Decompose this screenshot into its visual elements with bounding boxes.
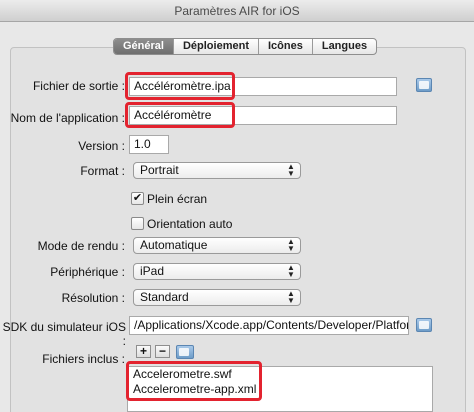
- simulator-sdk-label: SDK du simulateur iOS :: [2, 320, 126, 348]
- fullscreen-checkbox[interactable]: ✔: [131, 192, 144, 205]
- fullscreen-label: Plein écran: [147, 192, 208, 206]
- tab-general[interactable]: Général: [114, 39, 174, 54]
- window-title: Paramètres AIR for iOS: [174, 4, 300, 18]
- included-files-label: Fichiers inclus :: [42, 352, 125, 366]
- select-arrows-icon: ▲ ▼: [287, 263, 295, 279]
- included-files-list[interactable]: Accelerometre.swf Accelerometre-app.xml: [127, 366, 433, 412]
- browse-sdk-folder-icon[interactable]: [416, 318, 432, 332]
- auto-orientation-label: Orientation auto: [147, 217, 233, 231]
- add-folder-icon[interactable]: [176, 345, 194, 359]
- resolution-value: Standard: [140, 290, 189, 304]
- remove-file-minus-icon[interactable]: −: [155, 345, 170, 358]
- format-value: Portrait: [140, 163, 179, 177]
- simulator-sdk-field[interactable]: /Applications/Xcode.app/Contents/Develop…: [129, 316, 409, 335]
- output-file-field[interactable]: Accéléromètre.ipa: [129, 77, 397, 96]
- browse-output-folder-icon[interactable]: [416, 78, 432, 92]
- select-arrows-icon: ▲ ▼: [287, 289, 295, 305]
- render-mode-select[interactable]: Automatique ▲ ▼: [133, 237, 301, 254]
- format-label: Format :: [80, 164, 125, 178]
- output-file-label: Fichier de sortie :: [32, 79, 125, 93]
- device-select[interactable]: iPad ▲ ▼: [133, 263, 301, 280]
- version-label: Version :: [78, 139, 125, 153]
- window-titlebar: Paramètres AIR for iOS: [0, 0, 474, 22]
- tab-deployment[interactable]: Déploiement: [174, 39, 259, 54]
- auto-orientation-checkbox[interactable]: [131, 217, 144, 230]
- resolution-select[interactable]: Standard ▲ ▼: [133, 289, 301, 306]
- resolution-label: Résolution :: [61, 291, 125, 305]
- add-file-plus-icon[interactable]: +: [136, 345, 151, 358]
- select-arrows-icon: ▲ ▼: [287, 162, 295, 178]
- tab-languages[interactable]: Langues: [313, 39, 376, 54]
- list-item[interactable]: Accelerometre.swf: [128, 367, 432, 382]
- app-name-field[interactable]: Accéléromètre: [129, 106, 397, 125]
- select-arrows-icon: ▲ ▼: [287, 237, 295, 253]
- tab-icons[interactable]: Icônes: [259, 39, 313, 54]
- render-mode-value: Automatique: [140, 238, 208, 252]
- render-mode-label: Mode de rendu :: [37, 239, 125, 253]
- list-item[interactable]: Accelerometre-app.xml: [128, 382, 432, 397]
- device-value: iPad: [140, 264, 165, 278]
- app-name-label: Nom de l'application :: [10, 111, 125, 125]
- device-label: Périphérique :: [50, 265, 125, 279]
- version-field[interactable]: 1.0: [129, 135, 169, 154]
- tab-bar: Général Déploiement Icônes Langues: [113, 38, 378, 55]
- format-select[interactable]: Portrait ▲ ▼: [133, 162, 301, 179]
